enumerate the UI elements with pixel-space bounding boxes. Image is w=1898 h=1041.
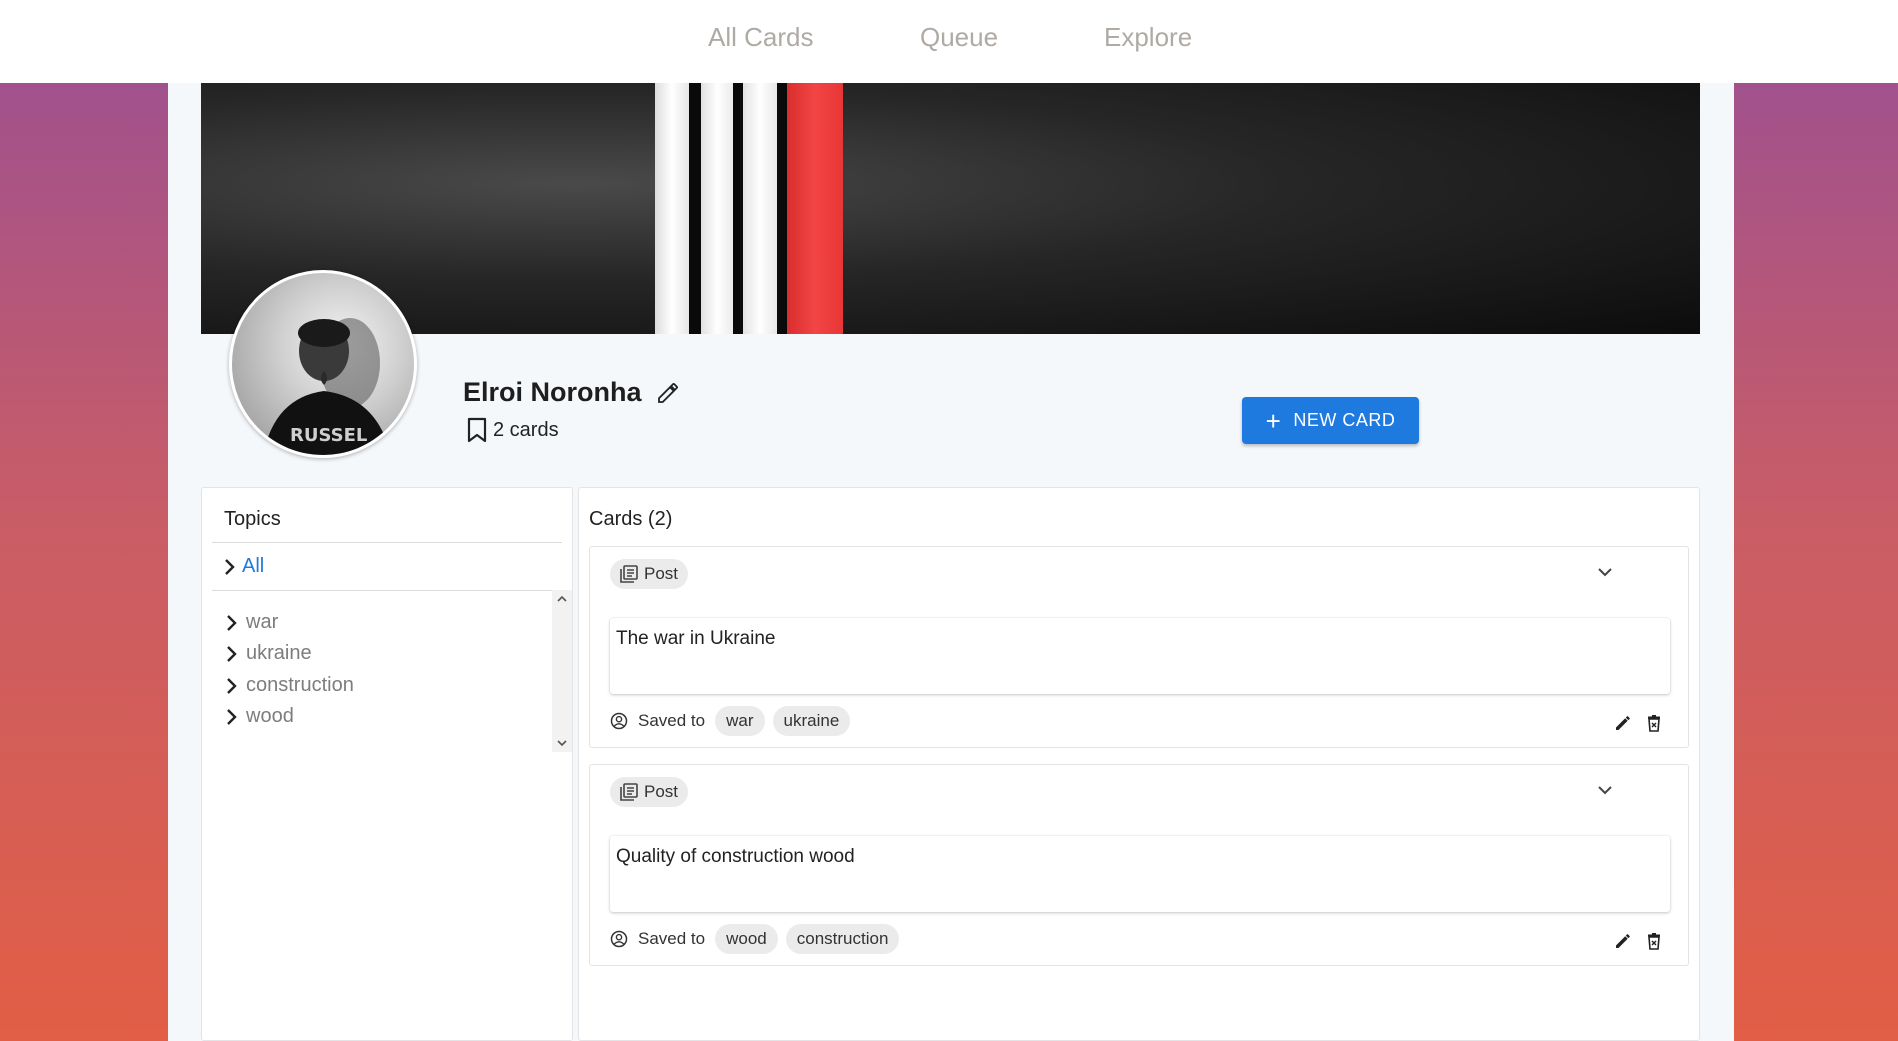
- scroll-up-icon[interactable]: [557, 594, 567, 604]
- plus-icon: +: [1265, 405, 1282, 436]
- pencil-icon[interactable]: [1613, 931, 1633, 951]
- post-type-chip: Post: [610, 559, 689, 589]
- cards-panel: Cards (2) Post The war in Ukraine Saved …: [578, 487, 1700, 1041]
- topic-all-label: All: [242, 555, 265, 577]
- topic-item-war[interactable]: war: [226, 611, 278, 634]
- new-card-button[interactable]: + NEW CARD: [1242, 397, 1419, 444]
- account-circle-icon: [610, 930, 628, 948]
- chevron-right-icon: [227, 708, 237, 725]
- tag-chip[interactable]: construction: [785, 924, 900, 954]
- card-text: Quality of construction wood: [610, 836, 1670, 912]
- chevron-right-icon: [227, 677, 237, 694]
- tag-chip[interactable]: ukraine: [772, 706, 851, 736]
- chevron-down-icon[interactable]: [1595, 562, 1615, 582]
- topic-list: war ukraine construction wood: [214, 590, 552, 752]
- tag-chip[interactable]: wood: [715, 924, 778, 954]
- cover-banner: [201, 83, 1700, 334]
- profile-panel: RUSSEL Elroi Noronha 2 cards + NEW CARD …: [168, 83, 1734, 1041]
- avatar: RUSSEL: [229, 270, 417, 458]
- topic-all[interactable]: All: [224, 555, 264, 578]
- topic-item-construction[interactable]: construction: [226, 674, 354, 697]
- delete-icon[interactable]: [1644, 931, 1664, 951]
- nav-explore[interactable]: Explore: [1104, 22, 1192, 53]
- topic-label: ukraine: [246, 642, 312, 664]
- card-count: 2 cards: [493, 419, 559, 441]
- pencil-icon[interactable]: [1613, 713, 1633, 733]
- saved-to-row: Saved to war ukraine: [610, 706, 858, 736]
- bookmark-icon: [467, 417, 487, 443]
- top-nav: All Cards Queue Explore: [0, 0, 1898, 83]
- topic-label: wood: [246, 705, 294, 727]
- new-card-label: NEW CARD: [1293, 410, 1396, 430]
- profile-name: Elroi Noronha: [463, 377, 642, 407]
- saved-to-label: Saved to: [638, 711, 706, 730]
- delete-icon[interactable]: [1644, 713, 1664, 733]
- saved-to-label: Saved to: [638, 929, 706, 948]
- post-type-label: Post: [644, 564, 679, 583]
- scroll-down-icon[interactable]: [557, 738, 567, 748]
- topic-item-ukraine[interactable]: ukraine: [226, 642, 312, 665]
- svg-text:RUSSEL: RUSSEL: [290, 425, 367, 446]
- article-icon: [620, 783, 638, 801]
- post-type-label: Post: [644, 782, 679, 801]
- topic-label: construction: [246, 674, 354, 696]
- pencil-icon[interactable]: [656, 381, 680, 405]
- nav-all-cards[interactable]: All Cards: [708, 22, 813, 53]
- chevron-right-icon: [225, 558, 235, 575]
- card: Post Quality of construction wood Saved …: [589, 764, 1689, 966]
- nav-queue[interactable]: Queue: [920, 22, 998, 53]
- chevron-down-icon[interactable]: [1595, 780, 1615, 800]
- topics-title: Topics: [224, 508, 281, 530]
- cards-title: Cards (2): [589, 508, 673, 530]
- topics-scrollbar[interactable]: [552, 590, 572, 752]
- tag-chip[interactable]: war: [715, 706, 765, 736]
- chevron-right-icon: [227, 614, 237, 631]
- post-type-chip: Post: [610, 777, 689, 807]
- saved-to-row: Saved to wood construction: [610, 924, 907, 954]
- card: Post The war in Ukraine Saved to war ukr…: [589, 546, 1689, 748]
- topic-item-wood[interactable]: wood: [226, 705, 294, 728]
- account-circle-icon: [610, 712, 628, 730]
- chevron-right-icon: [227, 645, 237, 662]
- article-icon: [620, 565, 638, 583]
- topics-panel: Topics All war ukraine construction wood: [201, 487, 573, 1041]
- divider: [212, 542, 562, 543]
- topic-label: war: [246, 611, 279, 633]
- card-text: The war in Ukraine: [610, 618, 1670, 694]
